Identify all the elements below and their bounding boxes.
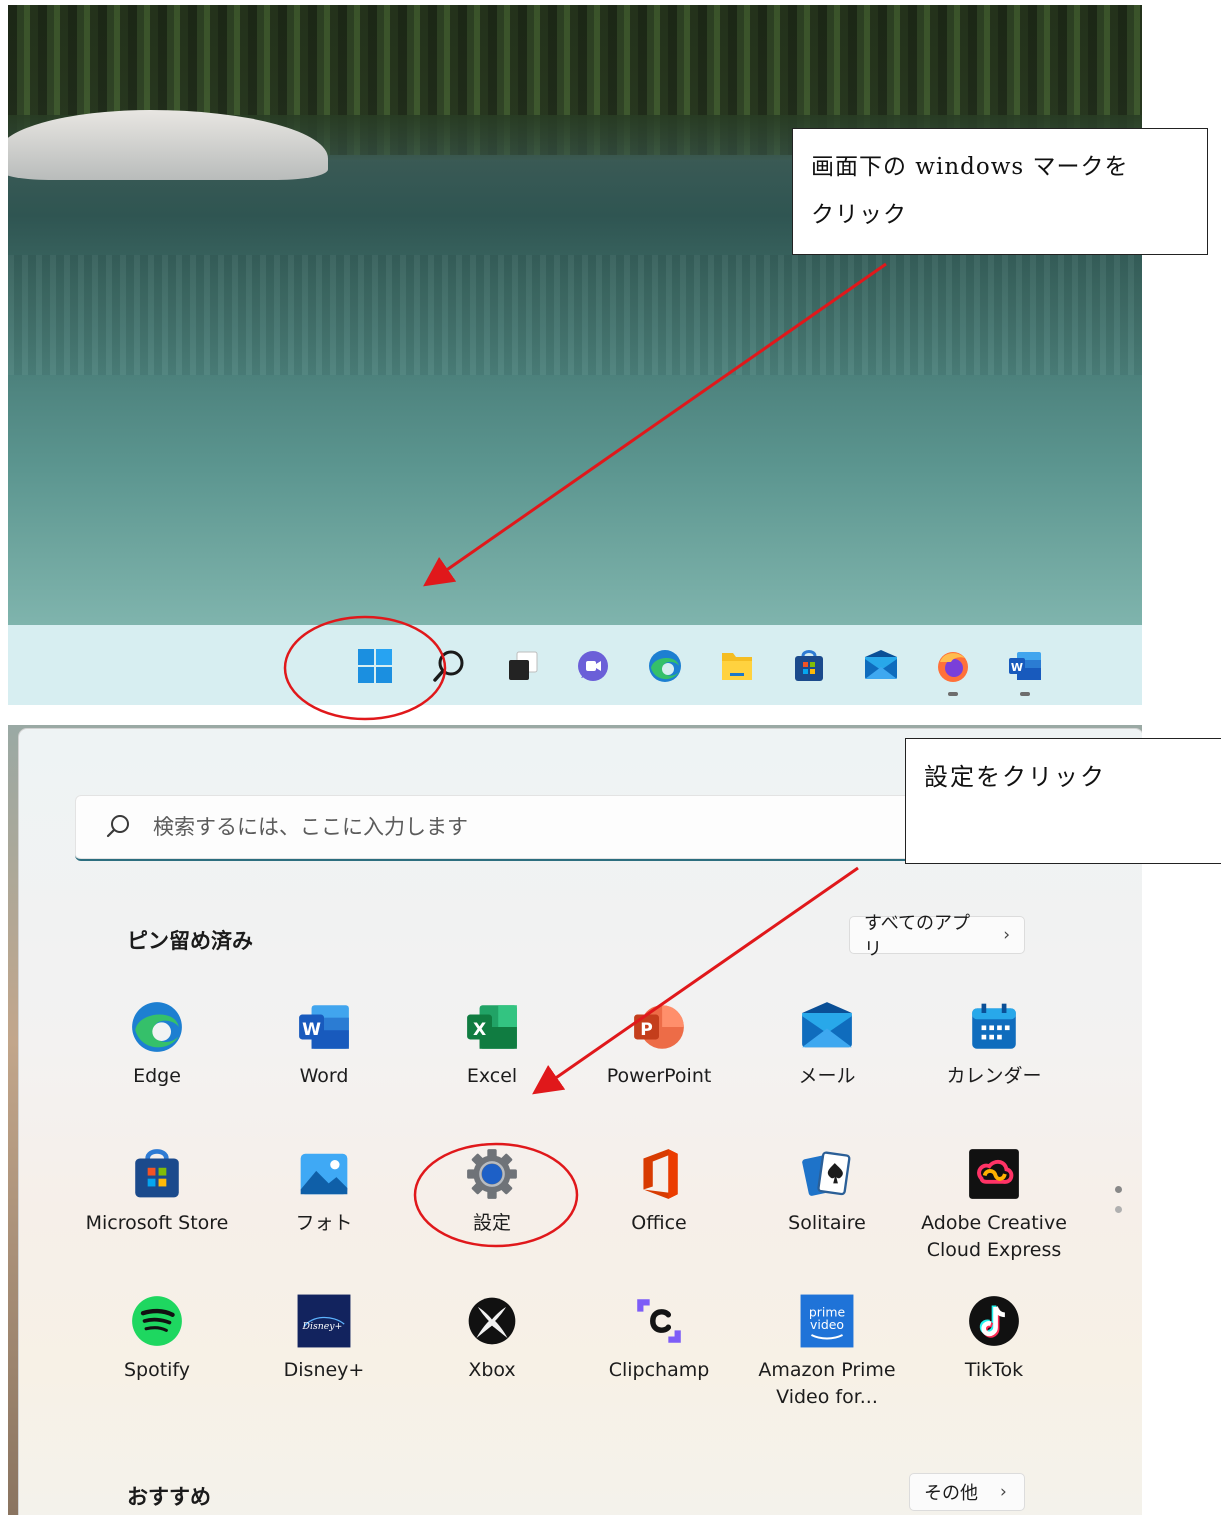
- search-icon: [105, 813, 131, 843]
- svg-text:W: W: [1011, 661, 1023, 674]
- svg-text:W: W: [302, 1020, 321, 1040]
- app-label: Excel: [466, 1065, 518, 1087]
- app-label: Office: [631, 1212, 687, 1234]
- app-word[interactable]: W Word: [244, 999, 404, 1090]
- taskbar: W: [8, 625, 1142, 705]
- windows-start-icon[interactable]: [356, 647, 394, 685]
- app-label: TikTok: [964, 1359, 1024, 1381]
- instruction-text: 設定をクリック: [924, 763, 1106, 791]
- app-calendar[interactable]: カレンダー: [914, 999, 1074, 1090]
- app-amazon-prime-video[interactable]: prime video Amazon Prime Video for...: [747, 1293, 907, 1411]
- app-excel[interactable]: X Excel: [412, 999, 572, 1090]
- disney-plus-icon: Disney+: [296, 1293, 352, 1349]
- clipchamp-icon: [631, 1293, 687, 1349]
- file-explorer-icon[interactable]: [718, 647, 756, 685]
- instruction-text: クリック: [811, 202, 907, 228]
- app-label: Amazon Prime Video for...: [758, 1359, 896, 1408]
- app-label: Microsoft Store: [85, 1212, 229, 1234]
- search-icon[interactable]: [430, 647, 468, 685]
- app-label: Clipchamp: [608, 1359, 710, 1381]
- app-label: Xbox: [468, 1359, 516, 1381]
- app-label: カレンダー: [946, 1065, 1042, 1087]
- chat-icon[interactable]: [574, 647, 612, 685]
- calendar-icon: [966, 999, 1022, 1055]
- page-indicator-dot[interactable]: [1115, 1206, 1122, 1213]
- svg-text:X: X: [473, 1020, 486, 1040]
- powerpoint-icon: P: [631, 999, 687, 1055]
- app-label: Word: [299, 1065, 349, 1087]
- adobe-express-icon: [966, 1146, 1022, 1202]
- prime-video-icon: prime video: [799, 1293, 855, 1349]
- more-button[interactable]: その他 ›: [909, 1473, 1025, 1511]
- chevron-right-icon: ›: [1003, 925, 1010, 945]
- app-label: Adobe Creative Cloud Express: [921, 1212, 1067, 1261]
- svg-text:Disney+: Disney+: [302, 1321, 343, 1332]
- wallpaper-water-reflection: [8, 255, 1142, 375]
- instruction-callout-step2: 設定をクリック: [905, 738, 1221, 864]
- app-label: PowerPoint: [606, 1065, 712, 1087]
- app-clipchamp[interactable]: Clipchamp: [579, 1293, 739, 1384]
- app-settings[interactable]: 設定: [412, 1146, 572, 1237]
- all-apps-label: すべてのアプリ: [864, 913, 971, 960]
- page-indicator-dot[interactable]: [1115, 1186, 1122, 1193]
- pinned-section-title: ピン留め済み: [127, 929, 253, 953]
- app-adobe-express[interactable]: Adobe Creative Cloud Express: [914, 1146, 1074, 1264]
- svg-text:video: video: [810, 1317, 844, 1332]
- app-tiktok[interactable]: TikTok: [914, 1293, 1074, 1384]
- task-view-icon[interactable]: [504, 647, 542, 685]
- desktop-wallpaper: [8, 5, 1142, 625]
- running-indicator: [948, 692, 958, 696]
- desktop-screenshot: W: [8, 5, 1142, 705]
- app-powerpoint[interactable]: P PowerPoint: [579, 999, 739, 1090]
- spotify-icon: [129, 1293, 185, 1349]
- solitaire-cards-icon: [799, 1146, 855, 1202]
- svg-text:P: P: [640, 1020, 653, 1040]
- app-edge[interactable]: Edge: [77, 999, 237, 1090]
- mail-icon[interactable]: [862, 647, 900, 685]
- edge-icon: [129, 999, 185, 1055]
- app-office[interactable]: Office: [579, 1146, 739, 1237]
- microsoft-store-icon[interactable]: [790, 647, 828, 685]
- more-label: その他: [924, 1483, 978, 1504]
- app-label: Disney+: [283, 1359, 365, 1381]
- word-icon[interactable]: W: [1006, 647, 1044, 685]
- instruction-text: 画面下の windows マークを: [811, 154, 1129, 180]
- chevron-right-icon: ›: [1000, 1482, 1007, 1502]
- running-indicator: [1020, 692, 1030, 696]
- app-photos[interactable]: フォト: [244, 1146, 404, 1237]
- mail-icon: [799, 999, 855, 1055]
- microsoft-store-icon: [129, 1146, 185, 1202]
- search-input[interactable]: [151, 809, 955, 845]
- app-microsoft-store[interactable]: Microsoft Store: [77, 1146, 237, 1237]
- app-solitaire[interactable]: Solitaire: [747, 1146, 907, 1237]
- app-mail[interactable]: メール: [747, 999, 907, 1090]
- instruction-callout-step1: 画面下の windows マークを クリック: [792, 128, 1208, 255]
- recommended-section-title: おすすめ: [127, 1485, 211, 1509]
- settings-gear-icon: [464, 1146, 520, 1202]
- app-label: Edge: [133, 1065, 181, 1087]
- xbox-icon: [464, 1293, 520, 1349]
- app-disney-plus[interactable]: Disney+ Disney+: [244, 1293, 404, 1384]
- app-spotify[interactable]: Spotify: [77, 1293, 237, 1384]
- office-icon: [631, 1146, 687, 1202]
- word-icon: W: [296, 999, 352, 1055]
- firefox-icon[interactable]: [934, 647, 972, 685]
- app-xbox[interactable]: Xbox: [412, 1293, 572, 1384]
- app-label: 設定: [472, 1212, 511, 1234]
- photos-icon: [296, 1146, 352, 1202]
- app-label: Solitaire: [788, 1212, 866, 1234]
- app-label: メール: [798, 1065, 856, 1087]
- excel-icon: X: [464, 999, 520, 1055]
- app-label: フォト: [295, 1212, 353, 1234]
- app-label: Spotify: [123, 1359, 191, 1381]
- edge-icon[interactable]: [646, 647, 684, 685]
- all-apps-button[interactable]: すべてのアプリ ›: [849, 913, 1025, 960]
- tiktok-icon: [966, 1293, 1022, 1349]
